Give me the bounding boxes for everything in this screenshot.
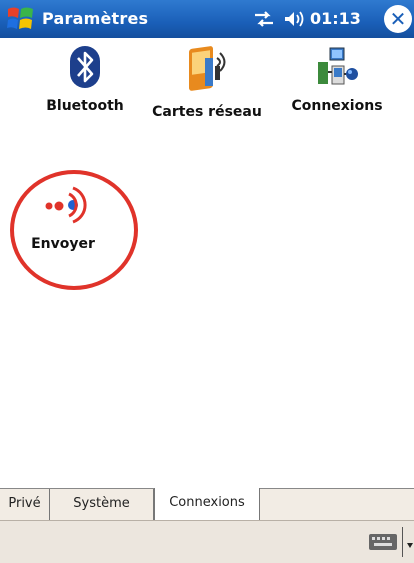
network-card-icon bbox=[152, 44, 262, 100]
input-menu-arrow-icon[interactable] bbox=[406, 536, 414, 548]
connections-icon bbox=[282, 44, 392, 94]
bluetooth-icon bbox=[30, 44, 140, 94]
keyboard-icon[interactable] bbox=[368, 531, 398, 553]
network-status-icon[interactable] bbox=[253, 10, 275, 28]
settings-item-connections[interactable]: Connexions bbox=[282, 44, 392, 115]
close-icon[interactable]: ✕ bbox=[384, 5, 412, 33]
tab-prive[interactable]: Privé bbox=[0, 489, 50, 520]
title-bar: Paramètres 01:13 ✕ bbox=[0, 0, 414, 38]
settings-item-beam[interactable]: Envoyer bbox=[8, 182, 118, 253]
bluetooth-label: Bluetooth bbox=[46, 98, 124, 114]
tab-systeme[interactable]: Système bbox=[50, 489, 154, 520]
settings-item-network-cards[interactable]: Cartes réseau bbox=[152, 44, 262, 121]
connections-label: Connexions bbox=[291, 98, 383, 114]
speaker-icon[interactable] bbox=[282, 9, 306, 29]
network-cards-label: Cartes réseau bbox=[152, 104, 262, 120]
menu-bar bbox=[0, 520, 414, 563]
menu-separator bbox=[402, 527, 403, 557]
clock[interactable]: 01:13 bbox=[310, 9, 361, 28]
app-title: Paramètres bbox=[42, 9, 149, 28]
tab-strip: Privé Système Connexions bbox=[0, 488, 414, 521]
settings-item-bluetooth[interactable]: Bluetooth bbox=[30, 44, 140, 115]
windows-start-icon[interactable] bbox=[6, 5, 36, 33]
tab-connexions[interactable]: Connexions bbox=[154, 488, 260, 521]
beam-label: Envoyer bbox=[31, 236, 95, 252]
beam-icon bbox=[8, 182, 118, 232]
